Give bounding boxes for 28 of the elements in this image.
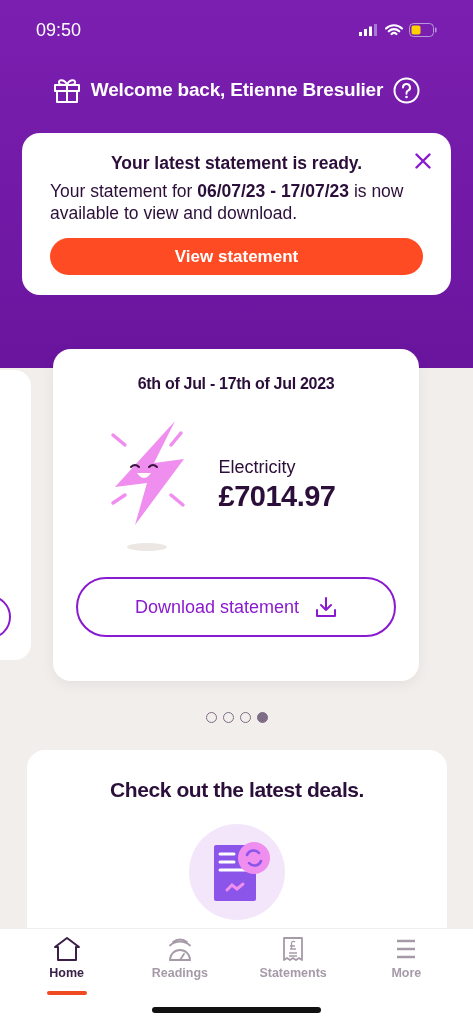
fuel-label: Electricity bbox=[218, 457, 297, 478]
help-icon[interactable] bbox=[393, 76, 421, 104]
status-time: 09:50 bbox=[36, 19, 82, 41]
carousel-dot[interactable] bbox=[256, 712, 268, 723]
tab-button[interactable]: Statements bbox=[248, 929, 339, 991]
close-icon bbox=[415, 153, 431, 169]
document-refresh-icon bbox=[189, 824, 285, 920]
notice-message: Your statement for 06/07/23 - 17/07/23 is now available to view and download. bbox=[50, 180, 405, 224]
deals-title: Check out the latest deals. bbox=[109, 778, 365, 802]
tab-button[interactable]: Home bbox=[21, 929, 112, 991]
selected-indicator bbox=[46, 991, 87, 995]
tab-button[interactable]: More bbox=[361, 929, 452, 991]
download-icon bbox=[315, 596, 338, 618]
download-statement-button[interactable]: Download statement bbox=[76, 577, 396, 637]
signal-icon bbox=[359, 24, 379, 36]
welcome-title: Welcome back, Etienne Bresulier bbox=[90, 79, 384, 101]
close-button[interactable] bbox=[415, 153, 431, 169]
gauge-icon bbox=[166, 936, 193, 962]
tab-button[interactable]: Readings bbox=[134, 929, 225, 991]
receipt-icon bbox=[282, 936, 305, 962]
statement-period: 6th of Jul - 17th of Jul 2023 bbox=[137, 375, 335, 393]
battery-icon bbox=[409, 23, 437, 37]
gift-icon[interactable] bbox=[52, 77, 81, 103]
wifi-icon bbox=[385, 23, 403, 37]
view-statement-button[interactable]: View statement bbox=[50, 238, 423, 275]
home-icon bbox=[51, 936, 82, 962]
statement-amount: £7014.97 bbox=[218, 480, 336, 513]
notice-title: Your latest statement is ready. bbox=[109, 153, 364, 174]
